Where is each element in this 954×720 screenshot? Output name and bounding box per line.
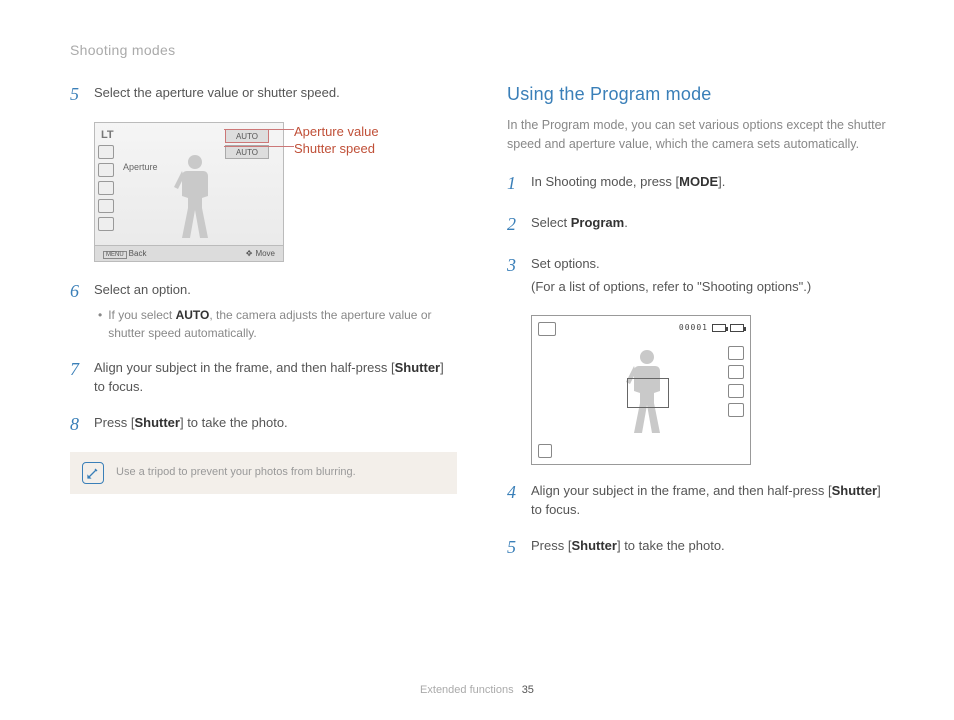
camera-left-icons [98, 145, 116, 231]
step-6: 6 Select an option. • If you select AUTO… [70, 278, 457, 342]
aperture-icon [98, 163, 114, 177]
stabilizer-icon [98, 199, 114, 213]
step-number: 6 [70, 278, 84, 342]
callout-shutter-speed: Shutter speed [294, 139, 414, 156]
step-number: 1 [507, 170, 521, 197]
status-bar: 00001 [679, 322, 744, 334]
camera-screen-illustration: LT AUTO AUTO Aperture [94, 122, 284, 262]
section-header: Shooting modes [70, 40, 894, 61]
step-number: 5 [507, 534, 521, 561]
step-text: Press [Shutter] to take the photo. [531, 534, 894, 561]
step-number: 7 [70, 356, 84, 397]
subsection-heading: Using the Program mode [507, 81, 894, 108]
camera-bottom-bar: MENUBack ✥Move [95, 245, 283, 261]
leader-line-icon [224, 146, 294, 147]
step-number: 4 [507, 479, 521, 520]
step-text: Set options. (For a list of options, ref… [531, 252, 894, 301]
step-text: Select Program. [531, 211, 894, 238]
ev-icon [728, 403, 744, 417]
tip-text: Use a tripod to prevent your photos from… [116, 464, 356, 481]
step-text: In Shooting mode, press [MODE]. [531, 170, 894, 197]
page-number: 35 [522, 684, 534, 696]
menu-back-label: MENUBack [103, 248, 146, 260]
step-5: 5 Select the aperture value or shutter s… [70, 81, 457, 108]
callout-aperture-value: Aperture value [294, 122, 414, 139]
grid-icon [728, 365, 744, 379]
timer-icon [98, 181, 114, 195]
focus-frame-icon [627, 378, 669, 408]
camera-diagram-row: LT AUTO AUTO Aperture [94, 122, 457, 262]
auto-box-aperture: AUTO [225, 129, 269, 143]
step-text: Align your subject in the frame, and the… [94, 356, 457, 397]
two-column-layout: 5 Select the aperture value or shutter s… [70, 81, 894, 575]
step-2: 2 Select Program. [507, 211, 894, 238]
step-8: 8 Press [Shutter] to take the photo. [70, 411, 457, 438]
step-5r: 5 Press [Shutter] to take the photo. [507, 534, 894, 561]
step-text: Press [Shutter] to take the photo. [94, 411, 457, 438]
intro-paragraph: In the Program mode, you can set various… [507, 116, 894, 154]
step-text: Select an option. • If you select AUTO, … [94, 278, 457, 342]
step-7: 7 Align your subject in the frame, and t… [70, 356, 457, 397]
bullet-dot-icon: • [98, 306, 102, 342]
step-number: 8 [70, 411, 84, 438]
battery-icon [712, 324, 726, 332]
aperture-label: Aperture [123, 161, 158, 175]
camera-right-icons [728, 346, 744, 417]
shot-counter: 00001 [679, 322, 708, 334]
callout-labels: Aperture value Shutter speed [294, 122, 414, 156]
flash-icon [98, 145, 114, 159]
macro-icon [98, 217, 114, 231]
step-number: 3 [507, 252, 521, 301]
camera-screen-illustration-2: 00001 [531, 315, 751, 465]
chapter-name: Extended functions [420, 684, 514, 696]
mode-icon [538, 322, 556, 336]
page: Shooting modes 5 Select the aperture val… [0, 0, 954, 605]
bullet-text: If you select AUTO, the camera adjusts t… [108, 306, 457, 342]
step-number: 5 [70, 81, 84, 108]
move-label: ✥Move [246, 248, 275, 260]
person-silhouette-icon [170, 153, 220, 243]
step-3: 3 Set options. (For a list of options, r… [507, 252, 894, 301]
note-icon [82, 462, 104, 484]
right-column: Using the Program mode In the Program mo… [507, 81, 894, 575]
step-1: 1 In Shooting mode, press [MODE]. [507, 170, 894, 197]
camera-mode-badge: LT [101, 127, 114, 144]
auto-box-shutter: AUTO [225, 145, 269, 159]
left-column: 5 Select the aperture value or shutter s… [70, 81, 457, 575]
leader-line-icon [224, 129, 294, 130]
battery-icon [730, 324, 744, 332]
tip-box: Use a tripod to prevent your photos from… [70, 452, 457, 494]
step-number: 2 [507, 211, 521, 238]
step-4: 4 Align your subject in the frame, and t… [507, 479, 894, 520]
page-footer: Extended functions 35 [0, 682, 954, 699]
step-text: Align your subject in the frame, and the… [531, 479, 894, 520]
size-icon [728, 346, 744, 360]
stabilizer-icon [538, 444, 552, 458]
meter-icon [728, 384, 744, 398]
sub-bullet: • If you select AUTO, the camera adjusts… [94, 306, 457, 342]
step-text: Select the aperture value or shutter spe… [94, 81, 457, 108]
